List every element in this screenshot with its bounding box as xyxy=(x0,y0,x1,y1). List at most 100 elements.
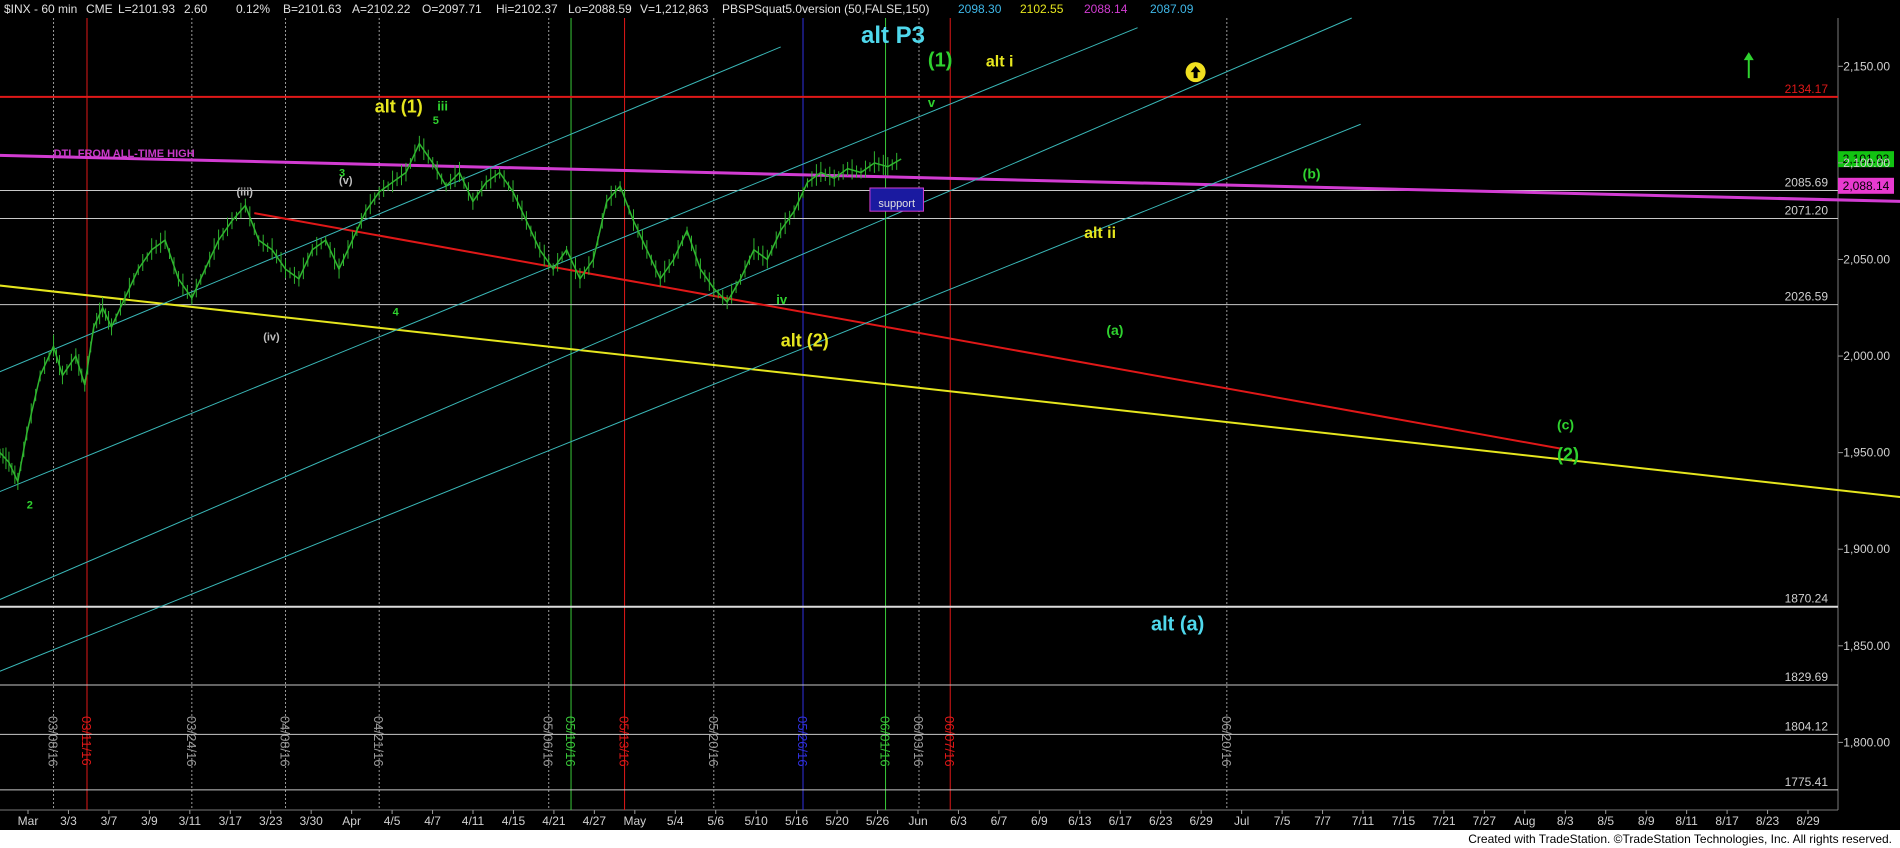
x-tick-label: 8/23 xyxy=(1756,814,1780,828)
wave-annotation: v xyxy=(928,95,936,110)
level-label: 1870.24 xyxy=(1785,592,1829,606)
x-tick-label: 8/5 xyxy=(1597,814,1614,828)
x-tick-label: 6/17 xyxy=(1109,814,1133,828)
wave-annotation: 4 xyxy=(393,306,400,318)
header-ind-val4: 2087.09 xyxy=(1150,2,1194,16)
wave-annotation: 2 xyxy=(27,500,33,512)
date-marker-label: 04/21/16 xyxy=(371,716,386,767)
x-tick-label: 7/21 xyxy=(1432,814,1456,828)
wave-annotation: alt i xyxy=(986,53,1014,70)
date-marker-label: 05/10/16 xyxy=(563,716,578,767)
x-tick-label: Jun xyxy=(908,814,927,828)
y-tick-label: 2,050.00 xyxy=(1843,252,1890,266)
price-chart: 03/08/16 03/11/16 03/24/16 04/08/16 04/21/16… xyxy=(0,0,1900,848)
level-label: 2134.17 xyxy=(1785,82,1829,96)
x-tick-label: 7/5 xyxy=(1274,814,1291,828)
header-open: O=2097.71 xyxy=(422,2,482,16)
x-tick-label: 6/29 xyxy=(1190,814,1214,828)
header-ind-val1: 2098.30 xyxy=(958,2,1002,16)
wave-annotation: alt (1) xyxy=(375,97,423,117)
wave-annotation: 5 xyxy=(433,115,439,127)
header-volume: V=1,212,863 xyxy=(640,2,709,16)
x-tick-label: 8/9 xyxy=(1638,814,1655,828)
wave-annotation: DTL FROM ALL-TIME HIGH xyxy=(54,148,195,160)
level-label: 1829.69 xyxy=(1785,670,1829,684)
date-marker-label: 05/20/16 xyxy=(706,716,721,767)
header-symbol: $INX - 60 min xyxy=(4,2,77,16)
date-marker-label: 05/26/16 xyxy=(795,716,810,767)
header-last: L=2101.93 xyxy=(118,2,175,16)
x-tick-label: 4/21 xyxy=(542,814,566,828)
header-ind-val2: 2102.55 xyxy=(1020,2,1064,16)
header-bid: B=2101.63 xyxy=(283,2,342,16)
x-tick-label: 3/9 xyxy=(141,814,158,828)
x-tick-label: May xyxy=(623,814,646,828)
x-tick-label: Aug xyxy=(1514,814,1535,828)
y-tick-label: 2,100.00 xyxy=(1843,156,1890,170)
x-tick-label: 5/20 xyxy=(825,814,849,828)
date-marker-label: 06/01/16 xyxy=(878,716,893,767)
x-tick-label: 6/7 xyxy=(991,814,1008,828)
header-ind-val3: 2088.14 xyxy=(1084,2,1128,16)
support-label: support xyxy=(878,198,915,210)
x-tick-label: 7/7 xyxy=(1314,814,1331,828)
y-tick-label: 1,800.00 xyxy=(1843,735,1890,749)
header-change: 2.60 xyxy=(184,2,208,16)
x-tick-label: 3/7 xyxy=(101,814,118,828)
x-tick-label: 8/11 xyxy=(1675,814,1698,828)
date-marker-label: 06/03/16 xyxy=(911,716,926,767)
y-tick-label: 2,150.00 xyxy=(1843,59,1890,73)
x-tick-label: Mar xyxy=(18,814,39,828)
x-tick-label: 5/10 xyxy=(745,814,769,828)
wave-annotation: iii xyxy=(437,99,448,114)
x-tick-label: 6/13 xyxy=(1068,814,1092,828)
date-marker-label: 03/24/16 xyxy=(184,716,199,767)
level-label: 1804.12 xyxy=(1785,719,1829,733)
wave-annotation: (iv) xyxy=(263,332,280,344)
wave-annotation: 3 xyxy=(339,167,345,179)
date-marker-label: 06/07/16 xyxy=(942,716,957,767)
price-flag-label: 2,088.14 xyxy=(1843,179,1890,193)
y-tick-label: 1,900.00 xyxy=(1843,542,1890,556)
x-tick-label: 3/23 xyxy=(259,814,283,828)
x-tick-label: 4/5 xyxy=(384,814,401,828)
header-exchange: CME xyxy=(86,2,113,16)
header-low: Lo=2088.59 xyxy=(568,2,632,16)
date-marker-label: 04/08/16 xyxy=(278,716,293,767)
x-tick-label: 4/15 xyxy=(502,814,526,828)
wave-annotation: (b) xyxy=(1303,165,1321,181)
wave-annotation: alt ii xyxy=(1084,225,1116,242)
x-tick-label: 4/27 xyxy=(583,814,607,828)
x-tick-label: 4/11 xyxy=(462,814,485,828)
level-label: 2071.20 xyxy=(1785,204,1829,218)
x-tick-label: 6/9 xyxy=(1031,814,1048,828)
header-high: Hi=2102.37 xyxy=(496,2,558,16)
x-tick-label: Jul xyxy=(1234,814,1249,828)
x-tick-label: Apr xyxy=(342,814,361,828)
x-tick-label: 3/11 xyxy=(179,814,202,828)
header-pct: 0.12% xyxy=(236,2,270,16)
x-tick-label: 6/23 xyxy=(1149,814,1173,828)
wave-annotation: (2) xyxy=(1557,444,1579,464)
header-ask: A=2102.22 xyxy=(352,2,411,16)
date-marker-label: 05/06/16 xyxy=(541,716,556,767)
level-label: 1775.41 xyxy=(1785,775,1829,789)
x-tick-label: 7/11 xyxy=(1352,814,1375,828)
x-tick-label: 8/3 xyxy=(1557,814,1574,828)
x-tick-label: 5/26 xyxy=(866,814,890,828)
x-tick-label: 8/17 xyxy=(1715,814,1739,828)
x-tick-label: 3/30 xyxy=(300,814,324,828)
x-tick-label: 3/17 xyxy=(219,814,243,828)
date-marker-label: 03/08/16 xyxy=(46,716,61,767)
y-tick-label: 1,950.00 xyxy=(1843,446,1890,460)
x-tick-label: 4/7 xyxy=(424,814,441,828)
date-marker-label: 05/13/16 xyxy=(617,716,632,767)
wave-annotation: iv xyxy=(776,292,788,307)
y-tick-label: 2,000.00 xyxy=(1843,349,1890,363)
x-tick-label: 5/4 xyxy=(667,814,684,828)
x-tick-label: 7/15 xyxy=(1392,814,1416,828)
x-tick-label: 7/27 xyxy=(1473,814,1497,828)
wave-annotation: alt (a) xyxy=(1151,613,1204,635)
footer-credit: Created with TradeStation. ©TradeStation… xyxy=(1468,832,1892,846)
x-tick-label: 8/29 xyxy=(1796,814,1820,828)
